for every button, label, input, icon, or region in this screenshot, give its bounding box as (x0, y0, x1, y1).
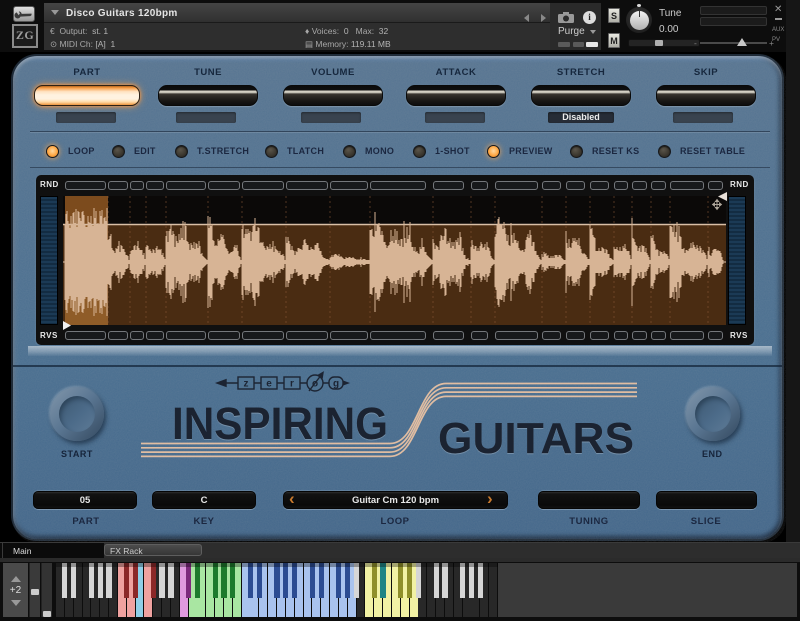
svg-text:INSPIRING: INSPIRING (172, 398, 388, 449)
svg-text:GUITARS: GUITARS (438, 414, 634, 463)
